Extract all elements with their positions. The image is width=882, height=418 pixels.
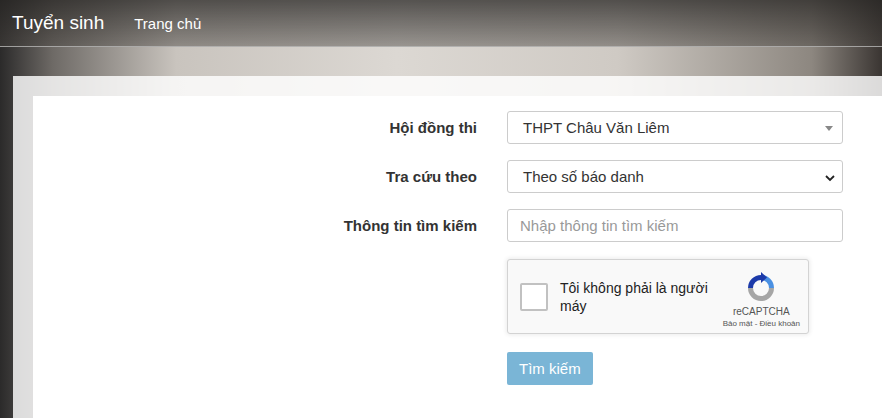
search-form: Hội đồng thi THPT Châu Văn Liêm Tra cứu th… xyxy=(33,111,882,385)
chevron-down-icon[interactable] xyxy=(824,172,836,184)
recaptcha-icon xyxy=(745,272,777,304)
field-label: Tra cứu theo xyxy=(33,168,477,185)
field-label: Thông tin tìm kiếm xyxy=(33,217,477,234)
select-value: THPT Châu Văn Liêm xyxy=(523,119,669,136)
navbar: Tuyển sinh Trang chủ xyxy=(0,0,882,47)
recaptcha-label: Tôi không phải là người máy xyxy=(560,279,720,315)
field-label: Hội đồng thi xyxy=(33,119,477,136)
dropdown-arrow-icon[interactable] xyxy=(825,126,833,131)
recaptcha-logo: reCAPTCHA Bảo mật - Điều khoản xyxy=(723,266,800,328)
search-panel: Hội đồng thi THPT Châu Văn Liêm Tra cứu th… xyxy=(33,96,882,418)
search-input[interactable] xyxy=(507,209,843,242)
recaptcha-widget: Tôi không phải là người máy reCAPTCHA Bảo … xyxy=(507,259,809,334)
recaptcha-brand: reCAPTCHA xyxy=(733,306,790,317)
lookup-select[interactable]: Theo số báo danh xyxy=(507,160,843,193)
council-select[interactable]: THPT Châu Văn Liêm xyxy=(507,111,843,144)
nav-link[interactable]: Trang chủ xyxy=(134,15,201,32)
select-value: Theo số báo danh xyxy=(523,168,644,185)
brand-link[interactable]: Tuyển sinh xyxy=(12,12,104,34)
recaptcha-checkbox[interactable] xyxy=(520,283,548,311)
search-card: Hội đồng thi THPT Châu Văn Liêm Tra cứu th… xyxy=(13,76,882,418)
recaptcha-links[interactable]: Bảo mật - Điều khoản xyxy=(723,319,800,328)
search-button[interactable]: Tìm kiếm xyxy=(507,352,593,385)
